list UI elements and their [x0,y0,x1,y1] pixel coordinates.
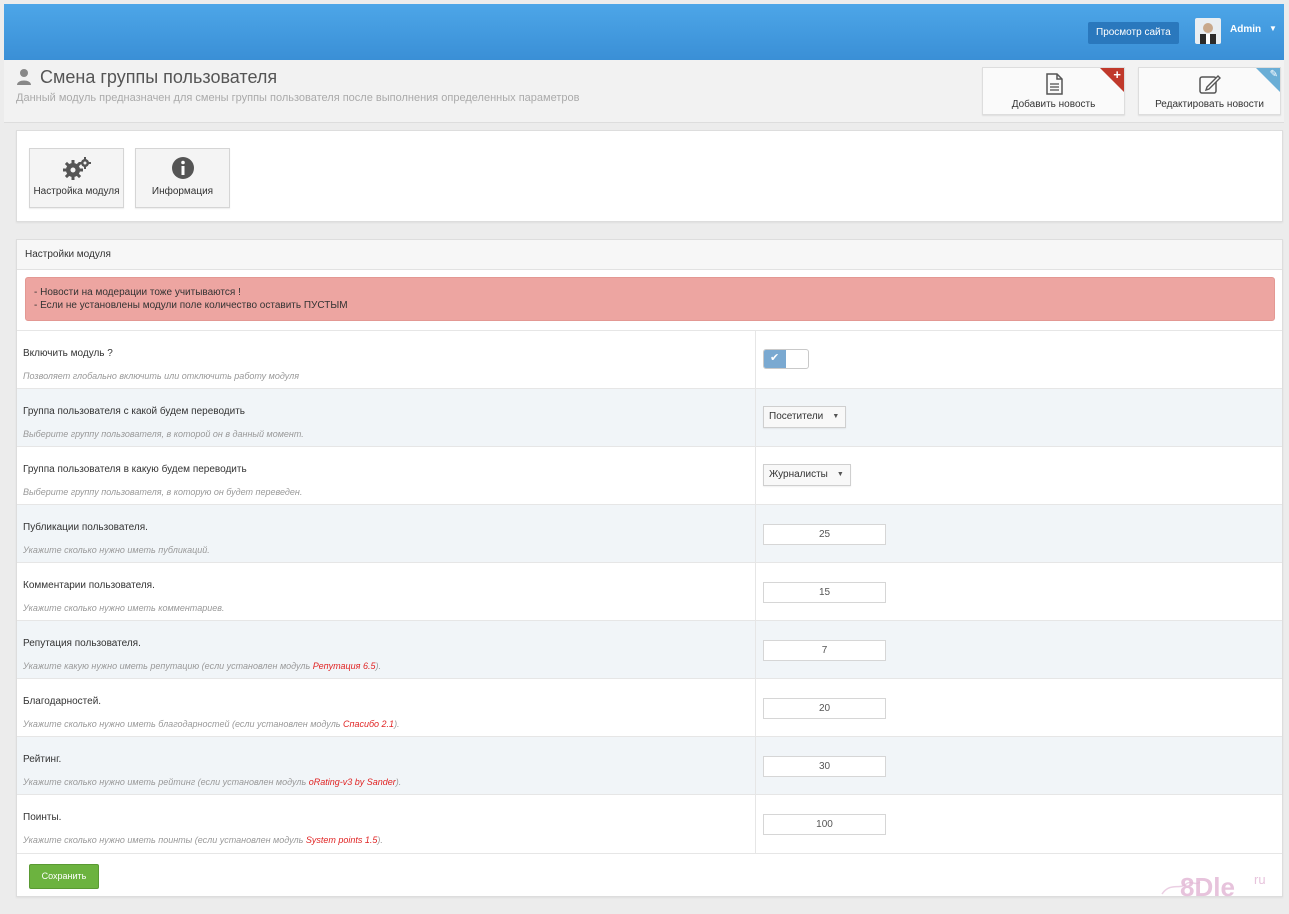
column-divider [755,795,756,853]
view-site-button[interactable]: Просмотр сайта [1088,22,1179,44]
column-divider [755,679,756,737]
hint-text: Укажите какую нужно иметь репутацию (есл… [23,661,313,671]
select-value: Посетители [769,411,824,422]
alert-line: - Если не установлены модули поле количе… [34,300,348,311]
hint-text: ). [375,661,381,671]
thanks-input[interactable]: 20 [763,698,886,719]
setting-row-enable: Включить модуль ? Позволяет глобально вк… [17,330,1282,389]
edit-icon [1198,73,1222,98]
watermark-tld: ru [1254,872,1266,887]
page-subtitle: Данный модуль предназначен для смены гру… [16,92,580,104]
setting-row-from-group: Группа пользователя с какой будем перево… [17,388,1282,447]
hint-text: ). [395,777,402,787]
select-value: Журналисты [769,469,828,480]
chevron-down-icon[interactable]: ▼ [1269,24,1277,33]
module-settings-panel: Настройки модуля - Новости на модерации … [16,239,1283,897]
module-link[interactable]: Спасибо 2.1 [343,719,394,729]
setting-hint: Укажите сколько нужно иметь публикаций. [23,545,210,555]
setting-hint: Укажите какую нужно иметь репутацию (есл… [23,661,381,671]
setting-label: Комментарии пользователя. [23,580,155,591]
top-navbar: Просмотр сайта Admin ▼ [4,4,1284,60]
setting-row-to-group: Группа пользователя в какую будем перево… [17,446,1282,505]
from-group-select[interactable]: Посетители ▼ [763,406,847,428]
setting-hint: Укажите сколько нужно иметь комментариев… [23,603,225,613]
user-icon [16,68,32,86]
setting-label: Включить модуль ? [23,348,113,359]
setting-row-publications: Публикации пользователя. Укажите сколько… [17,504,1282,563]
setting-row-thanks: Благодарностей. Укажите сколько нужно им… [17,678,1282,737]
setting-label: Благодарностей. [23,696,102,707]
setting-hint: Позволяет глобально включить или отключи… [23,371,300,381]
site-watermark: 8Dle ru [1160,864,1280,906]
points-input[interactable]: 100 [763,814,886,835]
setting-hint: Выберите группу пользователя, в которой … [23,429,304,439]
setting-label: Поинты. [23,812,62,823]
hint-text: ). [394,719,400,729]
information-tile[interactable]: Информация [135,148,230,208]
setting-hint: Выберите группу пользователя, в которую … [23,487,303,497]
gears-icon [30,156,123,185]
column-divider [755,389,756,447]
column-divider [755,621,756,679]
module-link[interactable]: System points 1.5 [306,835,378,845]
alert-line: - Новости на модерации тоже учитываются … [34,287,241,298]
user-avatar[interactable] [1195,18,1221,44]
setting-label: Группа пользователя с какой будем перево… [23,406,246,417]
setting-label: Репутация пользователя. [23,638,141,649]
module-link[interactable]: Репутация 6.5 [313,661,376,671]
setting-hint: Укажите сколько нужно иметь поинты (если… [23,835,383,845]
module-tiles-panel: Настройка модуля Информация [16,130,1283,222]
info-icon [136,156,229,183]
pencil-icon: ✎ [1269,69,1278,80]
hint-text: Укажите сколько нужно иметь рейтинг (есл… [23,777,309,787]
comments-input[interactable]: 15 [763,582,886,603]
panel-heading: Настройки модуля [17,240,1282,270]
publications-input[interactable]: 25 [763,524,886,545]
setting-label: Публикации пользователя. [23,522,148,533]
module-settings-tile[interactable]: Настройка модуля [29,148,124,208]
setting-row-reputation: Репутация пользователя. Укажите какую ну… [17,620,1282,679]
edit-news-label: Редактировать новости [1155,99,1264,110]
column-divider [755,563,756,621]
caret-down-icon: ▼ [832,413,840,420]
enable-module-toggle[interactable]: ✔ [763,349,809,369]
module-link[interactable]: oRating-v3 by Sander [309,777,396,787]
page-header: Смена группы пользователя Данный модуль … [4,60,1284,123]
to-group-select[interactable]: Журналисты ▼ [763,464,851,486]
hint-text: Укажите сколько нужно иметь поинты (если… [23,835,306,845]
caret-down-icon: ▼ [836,471,844,478]
admin-username[interactable]: Admin [1230,24,1261,35]
warning-alert: - Новости на модерации тоже учитываются … [25,277,1275,321]
checkmark-icon: ✔ [770,352,780,364]
setting-row-rating: Рейтинг. Укажите сколько нужно иметь рей… [17,736,1282,795]
setting-row-comments: Комментарии пользователя. Укажите скольк… [17,562,1282,621]
column-divider [755,737,756,795]
setting-hint: Укажите сколько нужно иметь благодарност… [23,719,400,729]
setting-hint: Укажите сколько нужно иметь рейтинг (есл… [23,777,401,787]
document-icon [1044,73,1064,98]
column-divider [755,447,756,505]
save-button[interactable]: Сохранить [29,864,99,889]
add-news-button[interactable]: Добавить новость + [982,67,1125,115]
information-label: Информация [151,186,214,197]
setting-label: Группа пользователя в какую будем перево… [23,464,247,475]
rating-input[interactable]: 30 [763,756,886,777]
reputation-input[interactable]: 7 [763,640,886,661]
setting-label: Рейтинг. [23,754,62,765]
module-settings-label: Настройка модуля [33,186,120,197]
hint-text: ). [377,835,383,845]
watermark-brand: 8Dle [1180,872,1235,902]
column-divider [755,505,756,563]
page-title: Смена группы пользователя [40,67,278,87]
setting-row-points: Поинты. Укажите сколько нужно иметь поин… [17,794,1282,854]
hint-text: Укажите сколько нужно иметь благодарност… [23,719,344,729]
plus-icon: + [1113,67,1121,82]
add-news-label: Добавить новость [1011,99,1096,110]
column-divider [755,331,756,389]
edit-news-button[interactable]: Редактировать новости ✎ [1138,67,1281,115]
